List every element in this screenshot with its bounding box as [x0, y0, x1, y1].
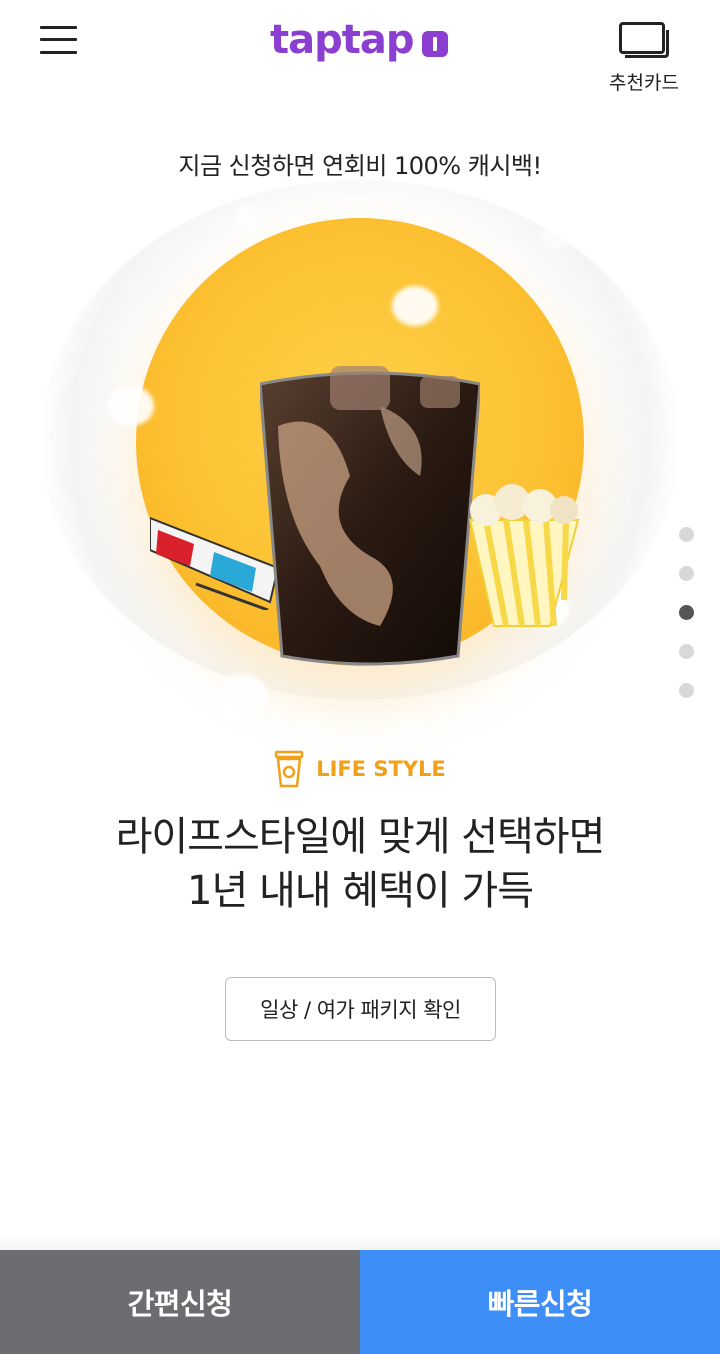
taptap-logo[interactable]: taptap: [270, 14, 452, 66]
popcorn-blob: [218, 674, 268, 718]
category-tag: LIFE STYLE: [0, 750, 720, 792]
hero-illustration: [0, 180, 720, 750]
slide-pagination: [679, 527, 695, 722]
pagination-dot-2[interactable]: [679, 566, 694, 581]
page: taptap 추천카드 지금 신청하면 연회비 100% 캐시백! LIFE S…: [0, 0, 720, 1354]
package-check-button[interactable]: 일상 / 여가 패키지 확인: [225, 977, 496, 1041]
cards-stack-icon: [617, 20, 671, 60]
promo-text: 지금 신청하면 연회비 100% 캐시백!: [178, 152, 542, 180]
recommend-card-label: 추천카드: [609, 72, 679, 94]
pagination-dot-3-active[interactable]: [679, 605, 694, 620]
popcorn-blob: [108, 386, 154, 426]
recommend-card-button[interactable]: 추천카드: [604, 20, 684, 95]
pagination-dot-1[interactable]: [679, 527, 694, 542]
logo-text: taptap: [270, 17, 414, 63]
bottom-bar-shadow: [0, 1232, 720, 1250]
pagination-dot-4[interactable]: [679, 644, 694, 659]
logo-chip-icon: [422, 31, 448, 57]
simple-apply-button[interactable]: 간편신청: [0, 1250, 360, 1354]
popcorn-cup-image: [468, 484, 580, 627]
bottom-action-bar: 간편신청 빠른신청: [0, 1250, 720, 1354]
coffee-cup-icon: [274, 750, 304, 788]
fast-apply-button[interactable]: 빠른신청: [360, 1250, 720, 1354]
iced-coffee-image: [260, 366, 480, 666]
popcorn-blob: [392, 286, 438, 326]
headline-line-2: 1년 내내 혜택이 가득: [187, 868, 534, 914]
pagination-dot-5[interactable]: [679, 683, 694, 698]
headline: 라이프스타일에 맞게 선택하면 1년 내내 혜택이 가득: [0, 810, 720, 918]
category-label: LIFE STYLE: [316, 757, 446, 781]
popcorn-blob: [236, 204, 262, 230]
hamburger-menu-icon[interactable]: [40, 26, 77, 54]
headline-line-1: 라이프스타일에 맞게 선택하면: [115, 814, 606, 860]
popcorn-blob: [542, 220, 572, 250]
